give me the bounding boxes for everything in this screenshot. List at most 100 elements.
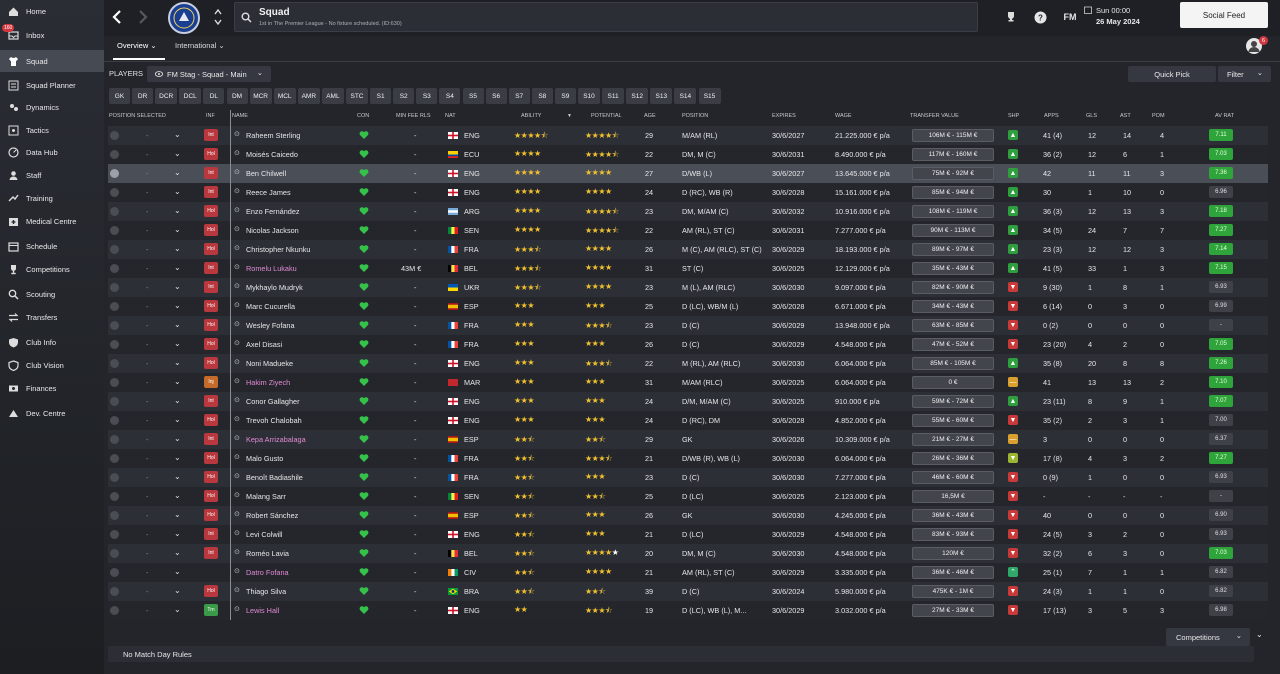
header-age[interactable]: AGE xyxy=(644,113,656,119)
header-name[interactable]: NAME xyxy=(232,113,248,119)
position-filter-s10[interactable]: S10 xyxy=(578,88,600,104)
position-filter-s4[interactable]: S4 xyxy=(439,88,461,104)
sidebar-item-tactics[interactable]: Tactics xyxy=(0,119,104,141)
select-checkbox[interactable] xyxy=(110,473,119,482)
transfer-value[interactable]: 82M € - 90M € xyxy=(912,281,994,294)
transfer-value[interactable]: 85M € - 105M € xyxy=(912,357,994,370)
table-row[interactable]: - ⌄ Hol ⊙ Christopher Nkunku - FRA ★★★⯪ ★★★★ 26 M … xyxy=(108,240,1268,259)
table-row[interactable]: - ⌄ Hol ⊙ Malo Gusto - FRA ★★⯪ ★★★⯪ 21 D/WB (R), W… xyxy=(108,449,1268,468)
transfer-value[interactable]: 117M € - 160M € xyxy=(912,148,994,161)
player-name[interactable]: Kepa Arrizabalaga xyxy=(246,435,306,444)
table-row[interactable]: - ⌄ Hol ⊙ Moisés Caicedo - ECU ★★★★ ★★★★⯪ 22 DM, M… xyxy=(108,145,1268,164)
position-filter-gk[interactable]: GK xyxy=(109,88,130,104)
position-filter-s2[interactable]: S2 xyxy=(393,88,415,104)
select-checkbox[interactable] xyxy=(110,321,119,330)
sidebar-item-home[interactable]: Home xyxy=(0,0,104,22)
transfer-value[interactable]: 55M € - 60M € xyxy=(912,414,994,427)
position-filter-s3[interactable]: S3 xyxy=(416,88,438,104)
search-icon[interactable] xyxy=(241,12,252,25)
chevron-down-icon[interactable]: ⌄ xyxy=(174,168,181,177)
header-transfer-value[interactable]: TRANSFER VALUE xyxy=(910,113,959,119)
table-row[interactable]: - ⌄ ⊙ Datro Fofana - CIV ★★⯪ ★★★★ 21 AM (RL), ST … xyxy=(108,563,1268,582)
select-checkbox[interactable] xyxy=(110,416,119,425)
select-checkbox[interactable] xyxy=(110,454,119,463)
sidebar-item-scouting[interactable]: Scouting xyxy=(0,283,104,305)
select-checkbox[interactable] xyxy=(110,264,119,273)
select-checkbox[interactable] xyxy=(110,340,119,349)
transfer-value[interactable]: 21M € - 27M € xyxy=(912,433,994,446)
table-row[interactable]: - ⌄ Hol ⊙ Nicolas Jackson - SEN ★★★★ ★★★★⯪ 22 AM (… xyxy=(108,221,1268,240)
table-row[interactable]: - ⌄ Int ⊙ Romelu Lukaku 43M € BEL ★★★⯪ ★★★★ 31 ST … xyxy=(108,259,1268,278)
header-ability[interactable]: ABILITY xyxy=(521,113,541,119)
select-checkbox[interactable] xyxy=(110,207,119,216)
table-row[interactable]: - ⌄ Hol ⊙ Robert Sánchez - ESP ★★⯪ ★★★ 26 GK 30/6/2… xyxy=(108,506,1268,525)
position-filter-s15[interactable]: S15 xyxy=(698,88,721,104)
tab-international[interactable]: International ⌄ xyxy=(175,41,225,50)
sidebar-item-dynamics[interactable]: Dynamics xyxy=(0,96,104,118)
select-checkbox[interactable] xyxy=(110,606,119,615)
table-row[interactable]: - ⌄ Int ⊙ Roméo Lavia - BEL ★★⯪ ★★★★★ 20 DM, M (C)… xyxy=(108,544,1268,563)
transfer-value[interactable]: 475K € - 1M € xyxy=(912,585,994,598)
player-name[interactable]: Raheem Sterling xyxy=(246,131,300,140)
select-checkbox[interactable] xyxy=(110,150,119,159)
chevron-down-icon[interactable]: ⌄ xyxy=(174,548,181,557)
position-filter-s8[interactable]: S8 xyxy=(531,88,553,104)
position-filter-s7[interactable]: S7 xyxy=(508,88,530,104)
player-name[interactable]: Conor Gallagher xyxy=(246,397,300,406)
select-checkbox[interactable] xyxy=(110,245,119,254)
select-checkbox[interactable] xyxy=(110,397,119,406)
player-name[interactable]: Roméo Lavia xyxy=(246,549,289,558)
position-filter-s14[interactable]: S14 xyxy=(674,88,697,104)
help-icon[interactable]: ? xyxy=(1033,10,1047,24)
select-checkbox[interactable] xyxy=(110,568,119,577)
select-checkbox[interactable] xyxy=(110,549,119,558)
table-row[interactable]: - ⌄ Hol ⊙ Enzo Fernández - ARG ★★★★ ★★★★⯪ 23 DM, M… xyxy=(108,202,1268,221)
chevron-down-icon[interactable]: ⌄ xyxy=(174,187,181,196)
table-row[interactable]: - ⌄ Int ⊙ Raheem Sterling - ENG ★★★★⯪ ★★★★⯪ 29 M/A… xyxy=(108,126,1268,145)
transfer-value[interactable]: 89M € - 97M € xyxy=(912,243,994,256)
transfer-value[interactable]: 85M € - 94M € xyxy=(912,186,994,199)
filter-button[interactable]: Filter ⌄ xyxy=(1218,66,1271,82)
sidebar-item-schedule[interactable]: Schedule xyxy=(0,235,104,257)
player-name[interactable]: Ben Chilwell xyxy=(246,169,286,178)
date-display[interactable]: Sun 00:00 26 May 2024 xyxy=(1096,5,1140,27)
select-checkbox[interactable] xyxy=(110,283,119,292)
table-row[interactable]: - ⌄ Int ⊙ Ben Chilwell - ENG ★★★★ ★★★★ 27 D/WB (L)… xyxy=(108,164,1268,183)
select-checkbox[interactable] xyxy=(110,359,119,368)
chevron-down-icon[interactable]: ⌄ xyxy=(174,320,181,329)
table-row[interactable]: - ⌄ Int ⊙ Conor Gallagher - ENG ★★★ ★★★ 24 D/M, M/… xyxy=(108,392,1268,411)
select-checkbox[interactable] xyxy=(110,435,119,444)
back-arrow-icon[interactable] xyxy=(108,7,126,27)
chevron-down-icon[interactable]: ⌄ xyxy=(174,301,181,310)
sidebar-item-squad-planner[interactable]: Squad Planner xyxy=(0,74,104,96)
position-filter-aml[interactable]: AML xyxy=(321,88,344,104)
position-filter-s9[interactable]: S9 xyxy=(554,88,576,104)
table-row[interactable]: - ⌄ Hol ⊙ Malang Sarr - SEN ★★⯪ ★★⯪ 25 D (LC) 30/6/… xyxy=(108,487,1268,506)
position-filter-dr[interactable]: DR xyxy=(132,88,154,104)
chevron-down-icon[interactable]: ⌄ xyxy=(174,567,181,576)
transfer-value[interactable]: 120M € xyxy=(912,547,994,560)
select-checkbox[interactable] xyxy=(110,302,119,311)
chevron-down-icon[interactable]: ⌄ xyxy=(174,282,181,291)
header-con[interactable]: CON xyxy=(357,113,369,119)
player-name[interactable]: Romelu Lukaku xyxy=(246,264,297,273)
position-filter-stc[interactable]: STC xyxy=(346,88,368,104)
competitions-select[interactable]: Competitions ⌄ xyxy=(1166,628,1250,646)
player-name[interactable]: Reece James xyxy=(246,188,291,197)
sidebar-item-finances[interactable]: Finances xyxy=(0,377,104,399)
chevron-down-icon[interactable]: ⌄ xyxy=(174,605,181,614)
header-pom[interactable]: POM xyxy=(1152,113,1165,119)
expand-chevron-icon[interactable]: ⌄ xyxy=(1256,630,1263,639)
player-name[interactable]: Axel Disasi xyxy=(246,340,282,349)
table-row[interactable]: - ⌄ Hol ⊙ Trevoh Chalobah - ENG ★★★ ★★★ 24 D (RC),… xyxy=(108,411,1268,430)
player-name[interactable]: Enzo Fernández xyxy=(246,207,300,216)
sidebar-item-dev-centre[interactable]: Dev. Centre xyxy=(0,402,104,424)
table-row[interactable]: - ⌄ Int ⊙ Kepa Arrizabalaga - ESP ★★⯪ ★★⯪ 29 GK 30/… xyxy=(108,430,1268,449)
page-header[interactable]: Squad 1st in The Premier League - No fix… xyxy=(234,2,978,32)
forward-arrow-icon[interactable] xyxy=(134,7,152,27)
chevron-down-icon[interactable]: ⌄ xyxy=(174,510,181,519)
player-name[interactable]: Hakim Ziyech xyxy=(246,378,290,387)
transfer-value[interactable]: 59M € - 72M € xyxy=(912,395,994,408)
table-row[interactable]: - ⌄ Hol ⊙ Noni Madueke - ENG ★★★ ★★★⯪ 22 M (RL), A… xyxy=(108,354,1268,373)
club-crest[interactable] xyxy=(168,2,200,34)
